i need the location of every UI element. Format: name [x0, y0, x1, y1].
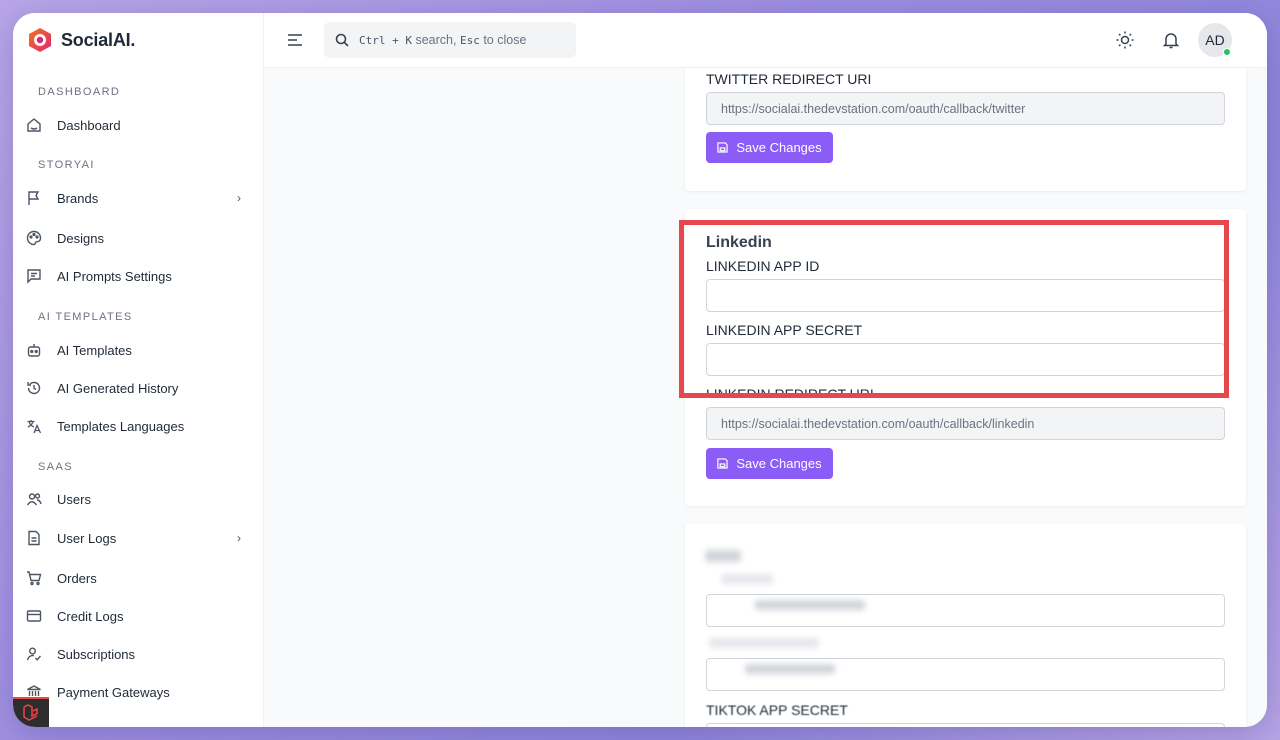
user-check-icon — [25, 645, 43, 663]
section-label-saas: SAAS — [38, 461, 73, 473]
linkedin-save-button[interactable]: Save Changes — [706, 448, 833, 479]
twitter-redirect-uri-label: TWITTER REDIRECT URI — [706, 71, 872, 87]
sidebar-item-ai-prompts-settings[interactable]: AI Prompts Settings — [23, 261, 255, 291]
linkedin-card-title: Linkedin — [706, 234, 772, 251]
section-label-dashboard: DASHBOARD — [38, 86, 121, 98]
tiktok-app-secret-label: TIKTOK APP SECRET — [706, 702, 848, 718]
sidebar-item-orders[interactable]: Orders — [23, 563, 255, 593]
tiktok-settings-card: TIKTOK APP SECRET — [685, 524, 1246, 727]
sidebar-item-payment-gateways[interactable]: Payment Gateways — [23, 677, 255, 707]
tiktok-field-2[interactable] — [706, 658, 1225, 691]
sidebar-item-label: Designs — [57, 230, 104, 246]
sidebar-item-ai-generated-history[interactable]: AI Generated History — [23, 373, 255, 403]
app-window: SocialAI. DASHBOARD Dashboard STORYAI Br… — [13, 13, 1267, 727]
palette-icon — [25, 229, 43, 247]
blurred-label — [721, 574, 773, 584]
sidebar-item-templates-languages[interactable]: Templates Languages — [23, 411, 255, 441]
search-hint-text: search, — [415, 33, 457, 47]
credit-card-icon — [25, 607, 43, 625]
chevron-right-icon: › — [237, 191, 241, 205]
brand-logo-icon — [29, 28, 51, 52]
sidebar-item-label: Templates Languages — [57, 418, 185, 434]
sidebar-item-users[interactable]: Users — [23, 484, 255, 514]
section-label-ai-templates: AI TEMPLATES — [38, 311, 133, 323]
robot-icon — [25, 341, 43, 359]
brand[interactable]: SocialAI. — [27, 27, 135, 53]
menu-toggle-button[interactable] — [284, 29, 306, 51]
avatar-initials: AD — [1205, 32, 1225, 48]
top-header: Ctrl + K search, Esc to close AD — [264, 13, 1267, 68]
sidebar-item-label: AI Templates — [57, 342, 132, 358]
save-icon — [717, 142, 729, 153]
users-icon — [25, 490, 43, 508]
online-status-indicator — [1223, 48, 1231, 56]
debugbar-toggle[interactable] — [13, 697, 49, 727]
history-icon — [25, 379, 43, 397]
sidebar: SocialAI. DASHBOARD Dashboard STORYAI Br… — [13, 13, 264, 727]
flag-icon — [25, 189, 43, 207]
blurred-value — [745, 664, 835, 674]
tiktok-app-secret-field[interactable] — [706, 723, 1225, 727]
twitter-settings-card: TWITTER REDIRECT URI https://socialai.th… — [685, 68, 1246, 191]
linkedin-app-id-label: LINKEDIN APP ID — [706, 258, 820, 274]
blurred-title — [705, 550, 741, 562]
twitter-redirect-uri-field[interactable]: https://socialai.thedevstation.com/oauth… — [706, 92, 1225, 125]
chevron-right-icon: › — [237, 531, 241, 545]
avatar[interactable]: AD — [1198, 23, 1232, 57]
sidebar-item-label: Brands — [57, 190, 99, 206]
search-icon — [335, 33, 349, 47]
linkedin-settings-card: Linkedin LINKEDIN APP ID LINKEDIN APP SE… — [685, 209, 1246, 506]
home-icon — [25, 116, 43, 134]
bell-icon — [1162, 33, 1180, 49]
sidebar-item-brands[interactable]: Brands › — [23, 183, 255, 213]
linkedin-app-secret-field[interactable] — [706, 343, 1225, 376]
sidebar-item-designs[interactable]: Designs — [23, 223, 255, 253]
linkedin-redirect-uri-field[interactable]: https://socialai.thedevstation.com/oauth… — [706, 407, 1225, 440]
sidebar-item-label: Credit Logs — [57, 608, 124, 624]
file-icon — [25, 529, 43, 547]
theme-toggle-button[interactable] — [1114, 29, 1136, 51]
cart-icon — [25, 569, 43, 587]
shortcut-key: Esc — [459, 34, 480, 47]
blurred-label — [709, 638, 819, 648]
shortcut-key: Ctrl + K — [359, 34, 412, 47]
linkedin-redirect-uri-label: LINKEDIN REDIRECT URI — [706, 386, 874, 396]
tiktok-field-1[interactable] — [706, 594, 1225, 627]
sidebar-item-label: Orders — [57, 570, 97, 586]
linkedin-app-secret-label: LINKEDIN APP SECRET — [706, 322, 863, 338]
sidebar-item-user-logs[interactable]: User Logs › — [23, 523, 255, 553]
sidebar-item-label: Payment Gateways — [57, 684, 170, 700]
notifications-button[interactable] — [1160, 29, 1182, 51]
sidebar-item-label: AI Generated History — [57, 380, 179, 396]
blurred-value — [755, 600, 865, 610]
sidebar-item-label: User Logs — [57, 530, 117, 546]
twitter-save-button[interactable]: Save Changes — [706, 132, 833, 163]
section-label-storyai: STORYAI — [38, 159, 95, 171]
save-button-label: Save Changes — [736, 140, 822, 155]
sidebar-item-label: Subscriptions — [57, 646, 136, 662]
search-hint-text: to close — [483, 33, 527, 47]
sidebar-item-credit-logs[interactable]: Credit Logs — [23, 601, 255, 631]
sun-icon — [1116, 31, 1134, 49]
save-icon — [717, 458, 729, 469]
hamburger-icon — [288, 34, 302, 46]
sidebar-item-label: Dashboard — [57, 117, 121, 133]
sidebar-item-label: Users — [57, 491, 91, 507]
laravel-icon — [23, 704, 38, 721]
sidebar-item-label: AI Prompts Settings — [57, 268, 172, 284]
sidebar-item-ai-templates[interactable]: AI Templates — [23, 335, 255, 365]
brand-name: SocialAI. — [61, 29, 136, 50]
sidebar-item-subscriptions[interactable]: Subscriptions — [23, 639, 255, 669]
search-input[interactable]: Ctrl + K search, Esc to close — [324, 22, 576, 58]
translate-icon — [25, 417, 43, 435]
save-button-label: Save Changes — [736, 456, 822, 471]
linkedin-app-id-field[interactable] — [706, 279, 1225, 312]
message-icon — [25, 267, 43, 285]
sidebar-item-dashboard[interactable]: Dashboard — [23, 110, 255, 140]
